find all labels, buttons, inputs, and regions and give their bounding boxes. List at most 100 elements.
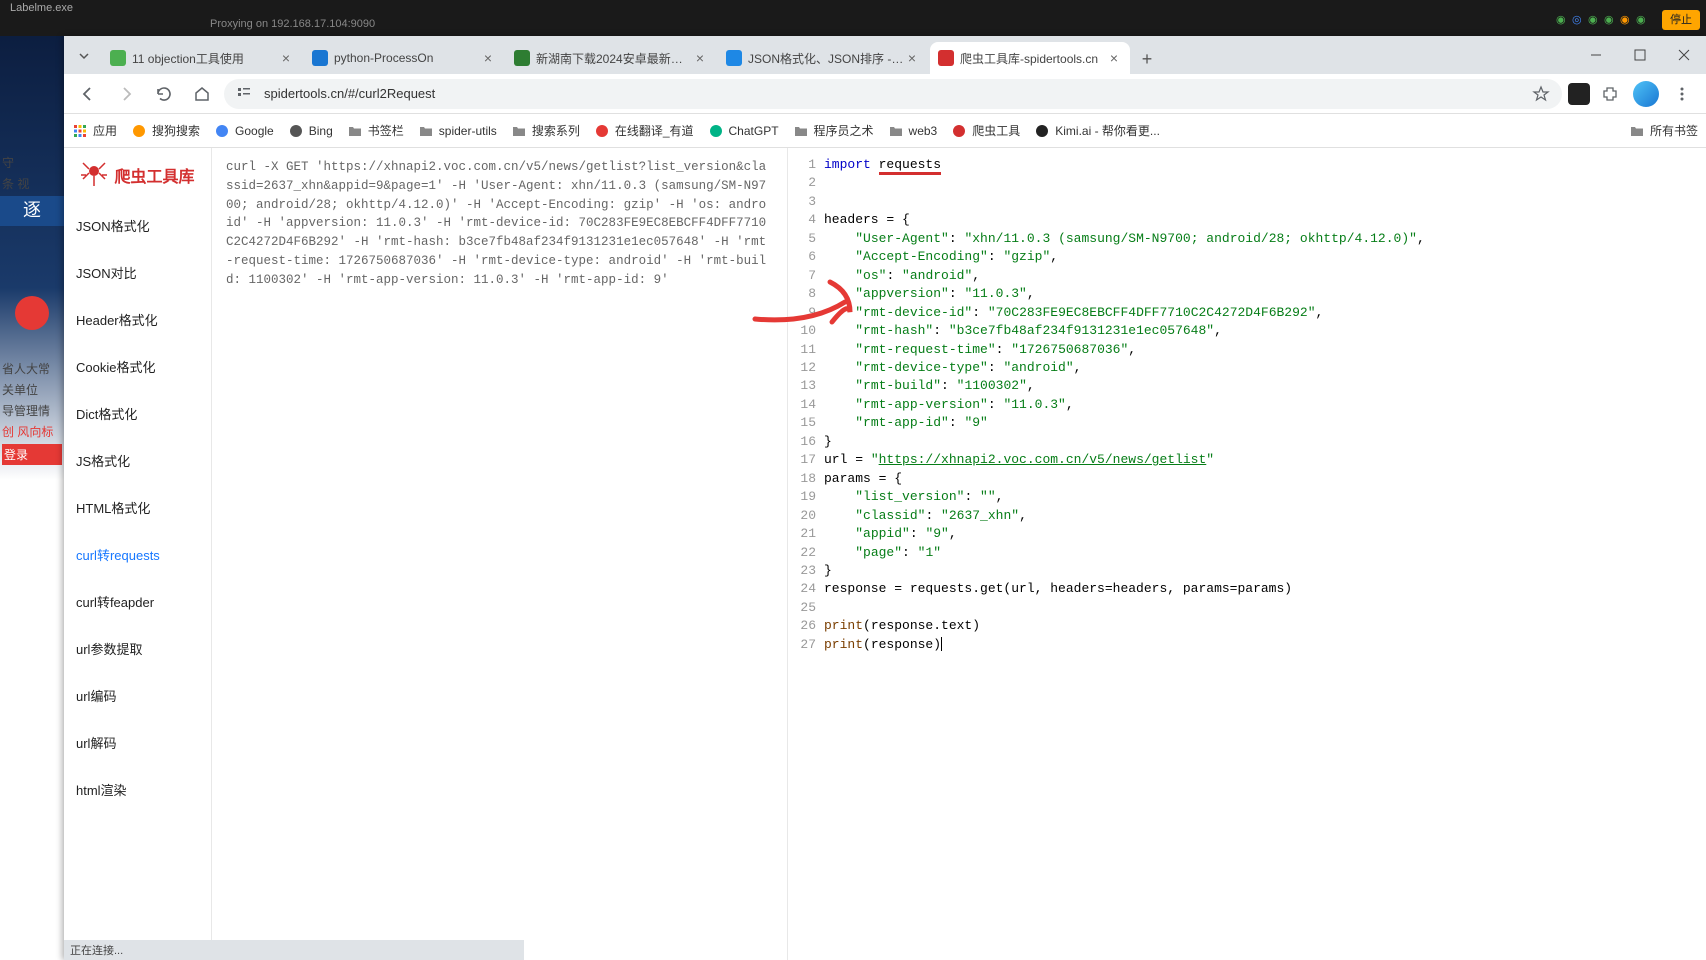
- bookmark-item[interactable]: 程序员之术: [793, 122, 874, 139]
- desktop-left-strip: 守 条 视 逐 省人大常 关单位 导管理情 创 风向标 登录: [0, 0, 64, 960]
- code-line: "rmt-app-version": "11.0.3",: [824, 396, 1706, 414]
- folder-icon: [888, 123, 904, 139]
- folder-icon: [511, 123, 527, 139]
- tab-favicon: [514, 50, 530, 66]
- tab-close-button[interactable]: ×: [692, 50, 708, 66]
- bookmark-item[interactable]: spider-utils: [418, 122, 497, 139]
- sidebar-item[interactable]: Dict格式化: [64, 390, 211, 437]
- tab-close-button[interactable]: ×: [278, 50, 294, 66]
- browser-tab[interactable]: JSON格式化、JSON排序 - hu...×: [718, 42, 928, 74]
- reload-button[interactable]: [148, 78, 180, 110]
- profile-avatar[interactable]: [1630, 78, 1662, 110]
- tab-label: 爬虫工具库-spidertools.cn: [960, 50, 1106, 67]
- tab-label: JSON格式化、JSON排序 - hu...: [748, 50, 904, 67]
- address-bar[interactable]: spidertools.cn/#/curl2Request: [224, 79, 1562, 109]
- sidebar-item[interactable]: JS格式化: [64, 437, 211, 484]
- sidebar-item[interactable]: HTML格式化: [64, 484, 211, 531]
- bookmark-item[interactable]: 书签栏: [347, 122, 404, 139]
- code-line: "page": "1": [824, 544, 1706, 562]
- code-body[interactable]: import requests headers = { "User-Agent"…: [824, 156, 1706, 654]
- tab-close-button[interactable]: ×: [1106, 50, 1122, 66]
- curl-input-pane[interactable]: curl -X GET 'https://xhnapi2.voc.com.cn/…: [212, 148, 788, 960]
- proxy-stop-button[interactable]: 停止: [1662, 10, 1700, 30]
- sidebar-item[interactable]: Cookie格式化: [64, 343, 211, 390]
- tab-close-button[interactable]: ×: [480, 50, 496, 66]
- bookmark-label: 程序员之术: [814, 122, 874, 139]
- tab-search-dropdown[interactable]: [70, 42, 98, 70]
- apps-icon: [72, 123, 88, 139]
- bookmark-label: 书签栏: [368, 122, 404, 139]
- sidebar-item[interactable]: url参数提取: [64, 625, 211, 672]
- bookmark-item[interactable]: Google: [214, 122, 274, 139]
- background-app-titlebar: Labelme.exe Proxying on 192.168.17.104:9…: [0, 0, 1706, 36]
- code-line: "list_version": "",: [824, 488, 1706, 506]
- all-bookmarks-button[interactable]: 所有书签: [1629, 122, 1698, 139]
- bg-text: 创 风向标: [2, 423, 62, 440]
- forward-button[interactable]: [110, 78, 142, 110]
- bookmarks-bar: 应用 搜狗搜索 Google Bing 书签栏 spider-utils 搜索系列 在线翻译…: [64, 114, 1706, 148]
- site-icon: [288, 123, 304, 139]
- bg-text: 省人大常: [2, 360, 62, 377]
- bookmark-item[interactable]: 爬虫工具: [951, 122, 1020, 139]
- code-line: "classid": "2637_xhn",: [824, 507, 1706, 525]
- bookmark-label: 搜索系列: [532, 122, 580, 139]
- brand-title: 爬虫工具库: [114, 163, 194, 187]
- line-gutter: 1234567891011121314151617181920212223242…: [788, 156, 824, 654]
- sidebar-item[interactable]: JSON格式化: [64, 202, 211, 249]
- site-info-icon[interactable]: [236, 84, 256, 104]
- code-line: "appid": "9",: [824, 525, 1706, 543]
- brand[interactable]: 爬虫工具库: [64, 148, 211, 202]
- window-close-button[interactable]: [1662, 36, 1706, 74]
- bookmark-item[interactable]: 搜索系列: [511, 122, 580, 139]
- bg-text: 条 视: [2, 175, 62, 192]
- sidebar: 爬虫工具库 JSON格式化JSON对比Header格式化Cookie格式化Dic…: [64, 148, 212, 960]
- code-line: }: [824, 562, 1706, 580]
- bookmark-label: spider-utils: [439, 124, 497, 138]
- apps-button[interactable]: 应用: [72, 122, 117, 139]
- code-output-pane[interactable]: 1234567891011121314151617181920212223242…: [788, 148, 1706, 960]
- back-button[interactable]: [72, 78, 104, 110]
- extension-icon[interactable]: [1568, 83, 1590, 105]
- sidebar-item[interactable]: html渲染: [64, 766, 211, 813]
- folder-icon: [793, 123, 809, 139]
- chevron-down-icon: [78, 50, 90, 62]
- sidebar-item[interactable]: curl转feapder: [64, 578, 211, 625]
- home-button[interactable]: [186, 78, 218, 110]
- code-line: "rmt-device-id": "70C283FE9EC8EBCFF4DFF7…: [824, 304, 1706, 322]
- browser-tab[interactable]: 11 objection工具使用×: [102, 42, 302, 74]
- browser-tab[interactable]: python-ProcessOn×: [304, 42, 504, 74]
- bookmark-item[interactable]: 在线翻译_有道: [594, 122, 694, 139]
- bookmark-item[interactable]: Bing: [288, 122, 333, 139]
- tab-favicon: [312, 50, 328, 66]
- site-icon: [951, 123, 967, 139]
- chrome-menu-button[interactable]: [1666, 78, 1698, 110]
- star-bookmark-icon[interactable]: [1532, 85, 1550, 103]
- bookmark-label: 爬虫工具: [972, 122, 1020, 139]
- bookmark-item[interactable]: Kimi.ai - 帮你看更...: [1034, 122, 1160, 139]
- sidebar-item[interactable]: JSON对比: [64, 249, 211, 296]
- bg-text: 导管理情: [2, 402, 62, 419]
- bookmark-item[interactable]: web3: [888, 122, 938, 139]
- site-icon: [594, 123, 610, 139]
- window-maximize-button[interactable]: [1618, 36, 1662, 74]
- bg-login-btn[interactable]: 登录: [2, 444, 62, 465]
- main-panel: curl -X GET 'https://xhnapi2.voc.com.cn/…: [212, 148, 1706, 960]
- bookmark-label: 在线翻译_有道: [615, 122, 694, 139]
- bookmark-label: ChatGPT: [729, 124, 779, 138]
- proxy-icons: ◉◎◉ ◉◉◉: [1556, 12, 1646, 22]
- tab-label: python-ProcessOn: [334, 51, 480, 65]
- bookmark-item[interactable]: ChatGPT: [708, 122, 779, 139]
- sidebar-item[interactable]: url编码: [64, 672, 211, 719]
- browser-tab[interactable]: 爬虫工具库-spidertools.cn×: [930, 42, 1130, 74]
- sidebar-item[interactable]: url解码: [64, 719, 211, 766]
- tab-close-button[interactable]: ×: [904, 50, 920, 66]
- browser-tab[interactable]: 新湖南下载2024安卓最新版_手×: [506, 42, 716, 74]
- window-minimize-button[interactable]: [1574, 36, 1618, 74]
- new-tab-button[interactable]: +: [1132, 44, 1162, 74]
- code-line: headers = {: [824, 211, 1706, 229]
- extensions-button[interactable]: [1594, 78, 1626, 110]
- sidebar-item[interactable]: Header格式化: [64, 296, 211, 343]
- sidebar-item[interactable]: curl转requests: [64, 531, 211, 578]
- bookmark-item[interactable]: 搜狗搜索: [131, 122, 200, 139]
- code-line: print(response.text): [824, 617, 1706, 635]
